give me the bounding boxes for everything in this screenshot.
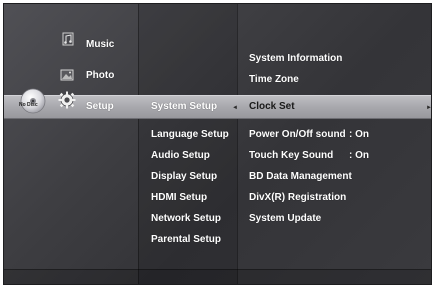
submenu-item-parental-setup[interactable]: Parental Setup xyxy=(151,234,221,246)
gear-icon xyxy=(58,91,76,114)
bottom-bar xyxy=(4,269,431,284)
option-clock-set[interactable]: Clock Set xyxy=(249,101,295,113)
submenu-item-audio-setup[interactable]: Audio Setup xyxy=(151,150,210,162)
column-divider xyxy=(138,4,139,284)
disc-status: No Disc xyxy=(19,102,38,108)
left-arrow-icon: ◄ xyxy=(232,105,238,111)
menu-item-setup[interactable]: Setup xyxy=(86,101,114,113)
submenu-item-system-setup[interactable]: System Setup xyxy=(151,101,217,113)
music-icon xyxy=(62,32,74,51)
setup-screen: Music Photo No Disc Setup System Setup ◄… xyxy=(3,3,432,285)
menu-item-music[interactable]: Music xyxy=(86,39,114,51)
column-divider xyxy=(237,4,238,284)
submenu-item-language-setup[interactable]: Language Setup xyxy=(151,129,229,141)
submenu-item-network-setup[interactable]: Network Setup xyxy=(151,213,221,225)
option-bd-data-management[interactable]: BD Data Management xyxy=(249,171,352,183)
option-system-information[interactable]: System Information xyxy=(249,53,342,65)
option-system-update[interactable]: System Update xyxy=(249,213,321,225)
option-divx-registration[interactable]: DivX(R) Registration xyxy=(249,192,346,204)
option-time-zone[interactable]: Time Zone xyxy=(249,74,299,86)
option-value: : On xyxy=(349,129,369,140)
menu-item-photo[interactable]: Photo xyxy=(86,70,114,82)
option-power-on-off-sound[interactable]: Power On/Off sound xyxy=(249,129,346,141)
right-arrow-icon: ► xyxy=(426,105,432,111)
photo-icon xyxy=(60,68,74,86)
submenu-item-hdmi-setup[interactable]: HDMI Setup xyxy=(151,192,207,204)
option-touch-key-sound[interactable]: Touch Key Sound xyxy=(249,150,333,162)
submenu-item-display-setup[interactable]: Display Setup xyxy=(151,171,217,183)
option-value: : On xyxy=(349,150,369,161)
